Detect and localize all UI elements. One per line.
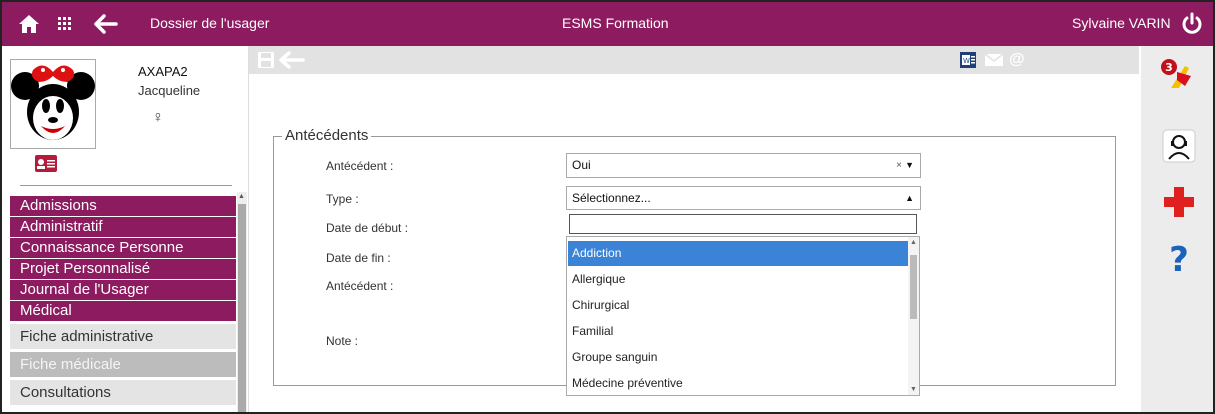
id-card-icon[interactable] xyxy=(35,155,57,172)
svg-text:?: ? xyxy=(1169,241,1189,275)
user-name[interactable]: Sylvaine VARIN xyxy=(1072,15,1171,31)
help-icon[interactable]: ? xyxy=(1159,238,1199,278)
chevron-up-icon[interactable]: ▲ xyxy=(905,187,914,209)
label-antecedent-2: Antécédent : xyxy=(326,279,394,293)
option-familial[interactable]: Familial xyxy=(568,319,908,344)
chevron-down-icon[interactable]: ▼ xyxy=(905,154,914,177)
svg-text:W: W xyxy=(963,57,970,65)
clear-icon[interactable]: × xyxy=(896,154,902,177)
patient-first-name: Jacqueline xyxy=(138,83,201,98)
submenu-consultations[interactable]: Consultations xyxy=(10,380,236,405)
type-search-input[interactable] xyxy=(569,214,917,234)
notification-count: 3 xyxy=(1165,61,1173,74)
option-chirurgical[interactable]: Chirurgical xyxy=(568,293,908,318)
dropdown-scrollbar[interactable]: ▲ ▼ xyxy=(908,237,919,395)
right-tools: 3 ? xyxy=(1141,46,1213,412)
menu-item-administratif[interactable]: Administratif xyxy=(10,217,236,237)
arrow-left-icon[interactable] xyxy=(92,2,120,46)
divider xyxy=(20,185,232,186)
apps-grid-icon[interactable] xyxy=(54,2,76,46)
app-window: Dossier de l'usager ESMS Formation Sylva… xyxy=(0,0,1215,414)
scrollbar-thumb[interactable] xyxy=(910,255,917,319)
scroll-up-icon[interactable]: ▲ xyxy=(910,239,917,246)
type-dropdown-list: Addiction Allergique Chirurgical Familia… xyxy=(566,236,920,396)
label-type: Type : xyxy=(326,192,359,206)
option-allergique[interactable]: Allergique xyxy=(568,267,908,292)
scrollbar-thumb[interactable] xyxy=(238,204,246,412)
patient-last-name: AXAPA2 xyxy=(138,64,188,79)
menu-scrollbar[interactable]: ▲ xyxy=(237,192,247,412)
menu-item-journal-usager[interactable]: Journal de l'Usager xyxy=(10,280,236,300)
medical-cross-icon[interactable] xyxy=(1159,182,1199,222)
label-antecedent: Antécédent : xyxy=(326,159,394,173)
scroll-up-icon[interactable]: ▲ xyxy=(238,193,245,200)
option-groupe-sanguin[interactable]: Groupe sanguin xyxy=(568,345,908,370)
antecedent-value: Oui xyxy=(572,158,591,172)
fieldset-legend: Antécédents xyxy=(282,127,372,144)
support-headset-icon[interactable] xyxy=(1159,126,1199,166)
type-select[interactable]: Sélectionnez... ▲ xyxy=(566,186,921,210)
notification-flag-icon[interactable]: 3 xyxy=(1159,56,1199,96)
submenu-fiche-medicale[interactable]: Fiche médicale xyxy=(10,352,236,377)
scroll-down-icon[interactable]: ▼ xyxy=(910,386,917,393)
mail-icon[interactable] xyxy=(984,50,1004,70)
home-icon[interactable] xyxy=(16,2,42,46)
menu-item-medical[interactable]: Médical xyxy=(10,301,236,321)
save-icon[interactable] xyxy=(257,50,275,70)
label-note: Note : xyxy=(326,334,359,348)
patient-panel: AXAPA2 Jacqueline ♀ Admissions Administr… xyxy=(2,46,249,412)
submenu-fiche-administrative[interactable]: Fiche administrative xyxy=(10,324,236,349)
word-export-icon[interactable]: W xyxy=(959,50,977,70)
at-sign-icon[interactable]: @ xyxy=(1009,50,1025,70)
menu-item-connaissance-personne[interactable]: Connaissance Personne xyxy=(10,238,236,258)
power-icon[interactable] xyxy=(1178,2,1206,46)
avatar xyxy=(10,59,96,149)
label-date-fin: Date de fin : xyxy=(326,251,391,265)
label-date-debut: Date de début : xyxy=(326,221,409,235)
form-toolbar: W @ xyxy=(249,46,1139,74)
menu-item-projet-personnalise[interactable]: Projet Personnalisé xyxy=(10,259,236,279)
top-bar: Dossier de l'usager ESMS Formation Sylva… xyxy=(2,2,1213,46)
app-title: ESMS Formation xyxy=(562,15,669,31)
option-medecine-preventive[interactable]: Médecine préventive xyxy=(568,371,908,395)
dossier-menu: Admissions Administratif Connaissance Pe… xyxy=(10,196,236,405)
section-title: Dossier de l'usager xyxy=(150,15,270,31)
arrow-left-icon[interactable] xyxy=(279,50,305,70)
type-placeholder: Sélectionnez... xyxy=(572,191,651,205)
menu-item-admissions[interactable]: Admissions xyxy=(10,196,236,216)
gender-symbol: ♀ xyxy=(152,109,164,126)
antecedent-select[interactable]: Oui × ▼ xyxy=(566,153,921,178)
option-addiction[interactable]: Addiction xyxy=(568,241,908,266)
